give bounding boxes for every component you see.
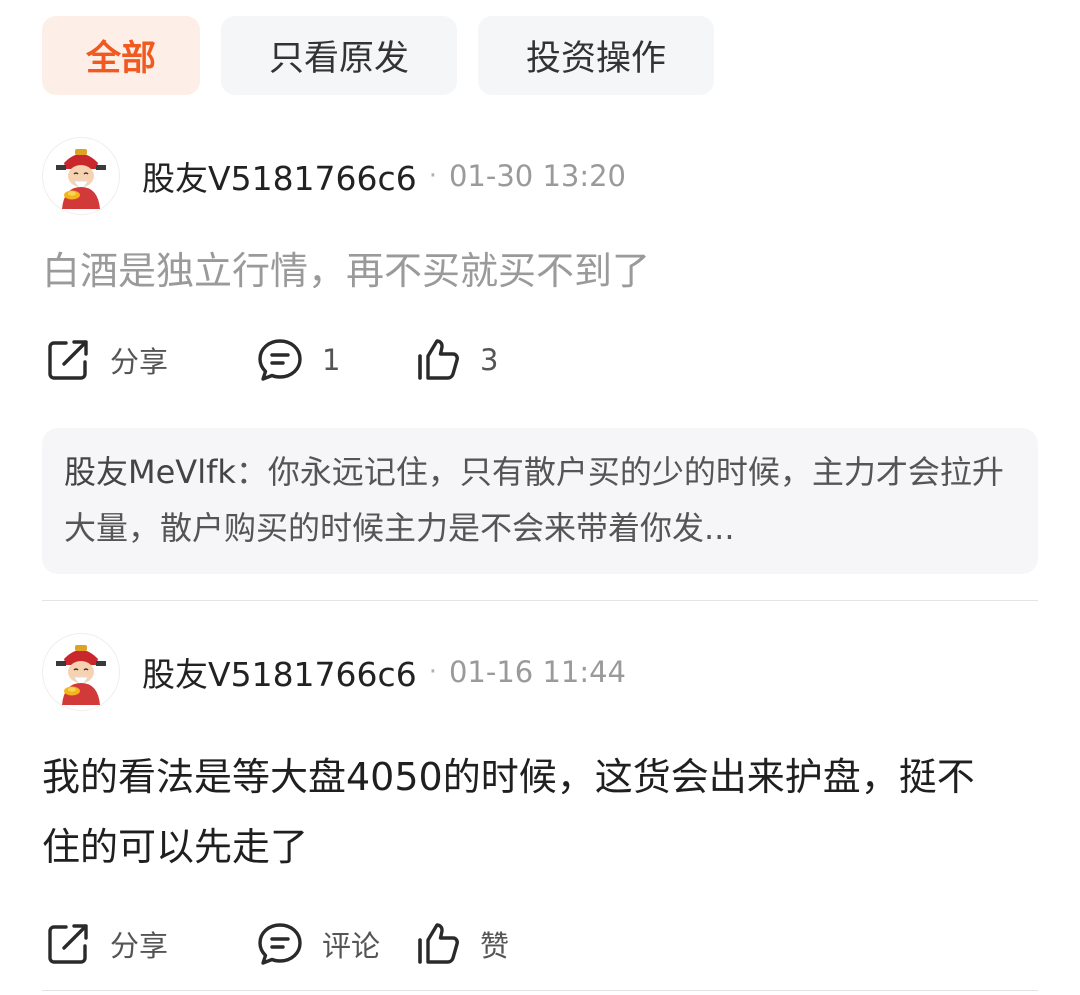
share-icon	[48, 340, 88, 380]
thumbs-up-icon	[418, 923, 459, 964]
comment-button[interactable]: 1	[256, 330, 340, 390]
username[interactable]: 股友V5181766c6	[142, 152, 417, 200]
like-count: 3	[480, 343, 499, 377]
tab-all[interactable]: 全部	[42, 16, 200, 95]
post-header: 股友V5181766c6 · 01-30 13:20	[42, 136, 1038, 216]
thumbs-up-icon	[418, 339, 459, 380]
post-timestamp: 01-30 13:20	[448, 159, 627, 193]
post-content[interactable]: 白酒是独立行情，再不买就买不到了	[42, 236, 1002, 306]
like-button[interactable]: 赞	[414, 914, 509, 974]
reply-preview[interactable]: 股友MeVlfk：你永远记住，只有散户买的少的时候，主力才会拉升大量，散户购买的…	[42, 428, 1038, 574]
share-icon	[48, 924, 88, 964]
caishen-avatar-icon	[56, 645, 106, 705]
meta-separator: ·	[428, 657, 437, 687]
comment-label: 评论	[322, 929, 381, 963]
username[interactable]: 股友V5181766c6	[142, 648, 417, 696]
post-item: 股友V5181766c6 · 01-16 11:44 我的看法是等大盘4050的…	[42, 632, 1038, 974]
comment-button[interactable]: 评论	[256, 914, 380, 974]
post-timestamp: 01-16 11:44	[448, 655, 627, 689]
share-button[interactable]: 分享	[44, 914, 168, 974]
reply-author[interactable]: 股友MeVlfk	[64, 453, 236, 491]
tab-investment-ops[interactable]: 投资操作	[478, 16, 714, 95]
comment-icon	[258, 339, 302, 381]
filter-tabs: 全部 只看原发 投资操作	[42, 16, 714, 95]
comment-icon	[258, 923, 302, 965]
like-button[interactable]: 3	[414, 330, 498, 390]
caishen-avatar-icon	[56, 149, 106, 209]
comment-count: 1	[322, 343, 341, 377]
avatar[interactable]	[42, 633, 120, 711]
post-content[interactable]: 我的看法是等大盘4050的时候，这货会出来护盘，挺不住的可以先走了	[42, 742, 1002, 882]
share-label: 分享	[110, 929, 169, 963]
divider	[42, 990, 1038, 991]
avatar[interactable]	[42, 137, 120, 215]
post-header: 股友V5181766c6 · 01-16 11:44	[42, 632, 1038, 712]
meta-separator: ·	[428, 161, 437, 191]
tab-original-only[interactable]: 只看原发	[221, 16, 457, 95]
divider	[42, 600, 1038, 601]
share-label: 分享	[110, 345, 169, 379]
post-item: 股友V5181766c6 · 01-30 13:20 白酒是独立行情，再不买就买…	[42, 136, 1038, 574]
like-label: 赞	[480, 929, 510, 963]
share-button[interactable]: 分享	[44, 330, 168, 390]
post-actions: 分享 1 3	[42, 330, 1038, 390]
post-actions: 分享 评论 赞	[42, 914, 1038, 974]
